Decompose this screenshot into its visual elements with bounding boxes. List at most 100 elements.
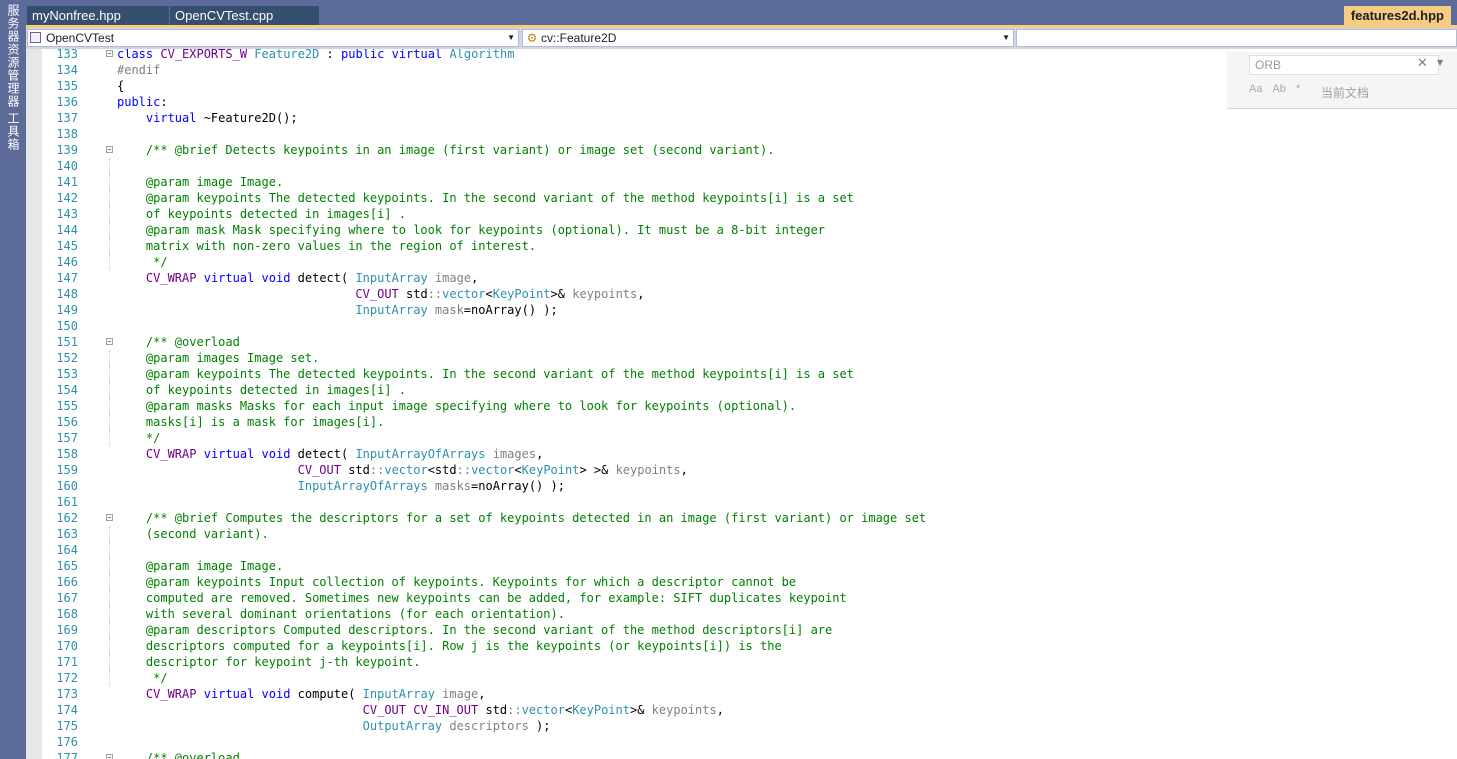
outline-guide bbox=[109, 638, 111, 654]
code-token: < bbox=[514, 463, 522, 477]
code-line[interactable]: 160 InputArrayOfArrays masks=noArray() )… bbox=[42, 478, 1457, 494]
code-line[interactable]: 142 @param keypoints The detected keypoi… bbox=[42, 190, 1457, 206]
code-token: : bbox=[160, 95, 168, 109]
code-line[interactable]: 140 bbox=[42, 158, 1457, 174]
code-token: @param descriptors Computed descriptors.… bbox=[117, 623, 833, 637]
code-line[interactable]: 166 @param keypoints Input collection of… bbox=[42, 574, 1457, 590]
find-scope[interactable]: 当前文档 bbox=[1321, 84, 1369, 101]
code-text: descriptor for keypoint j-th keypoint. bbox=[117, 654, 421, 670]
code-line[interactable]: 150 bbox=[42, 318, 1457, 334]
code-line[interactable]: 137 virtual ~Feature2D(); bbox=[42, 110, 1457, 126]
code-line[interactable]: 154 of keypoints detected in images[i] . bbox=[42, 382, 1457, 398]
code-line[interactable]: 153 @param keypoints The detected keypoi… bbox=[42, 366, 1457, 382]
code-line[interactable]: 162 /** @brief Computes the descriptors … bbox=[42, 510, 1457, 526]
collapse-icon[interactable] bbox=[106, 146, 113, 153]
outline-guide bbox=[109, 542, 111, 558]
code-editor[interactable]: 133 class CV_EXPORTS_W Feature2D : public… bbox=[26, 49, 1457, 759]
outline-guide bbox=[109, 430, 111, 446]
code-line[interactable]: 156 masks[i] is a mask for images[i]. bbox=[42, 414, 1457, 430]
code-line[interactable]: 138 bbox=[42, 126, 1457, 142]
code-token: @param keypoints The detected keypoints.… bbox=[117, 191, 854, 205]
code-line[interactable]: 141 @param image Image. bbox=[42, 174, 1457, 190]
code-line[interactable]: 155 @param masks Masks for each input im… bbox=[42, 398, 1457, 414]
project-dropdown[interactable]: OpenCVTest ▼ bbox=[27, 29, 519, 47]
code-line[interactable]: 174 CV_OUT CV_IN_OUT std::vector<KeyPoin… bbox=[42, 702, 1457, 718]
code-line[interactable]: 176 bbox=[42, 734, 1457, 750]
code-line[interactable]: 173 CV_WRAP virtual void compute( InputA… bbox=[42, 686, 1457, 702]
close-icon[interactable]: ✕ bbox=[1417, 56, 1428, 71]
code-line[interactable]: 157 */ bbox=[42, 430, 1457, 446]
code-token: InputArrayOfArrays bbox=[297, 479, 428, 493]
toolbox-tab[interactable]: 工具箱 bbox=[4, 112, 22, 151]
line-number: 165 bbox=[56, 559, 78, 573]
code-token: masks bbox=[427, 479, 472, 493]
find-input[interactable]: ORB bbox=[1249, 55, 1439, 75]
line-number: 134 bbox=[56, 63, 78, 77]
code-text: */ bbox=[117, 670, 168, 686]
match-case-toggle[interactable]: Aa bbox=[1249, 83, 1262, 95]
code-line[interactable]: 146 */ bbox=[42, 254, 1457, 270]
code-line[interactable]: 164 bbox=[42, 542, 1457, 558]
collapse-icon[interactable] bbox=[106, 754, 113, 759]
code-token: @param images Image set. bbox=[117, 351, 320, 365]
code-token: virtual bbox=[145, 111, 197, 125]
code-line[interactable]: 172 */ bbox=[42, 670, 1457, 686]
code-token: CV_OUT bbox=[355, 287, 399, 301]
code-token: */ bbox=[117, 671, 168, 685]
code-line[interactable]: 144 @param mask Mask specifying where to… bbox=[42, 222, 1457, 238]
code-token: with several dominant orientations (for … bbox=[117, 607, 565, 621]
code-text: */ bbox=[117, 430, 160, 446]
code-token: vector bbox=[384, 463, 428, 477]
code-line[interactable]: 177 /** @overload bbox=[42, 750, 1457, 759]
code-line[interactable]: 175 OutputArray descriptors ); bbox=[42, 718, 1457, 734]
outline-guide bbox=[109, 350, 111, 366]
code-line[interactable]: 168 with several dominant orientations (… bbox=[42, 606, 1457, 622]
outline-guide bbox=[109, 622, 111, 638]
code-line[interactable]: 147 CV_WRAP virtual void detect( InputAr… bbox=[42, 270, 1457, 286]
code-token: , bbox=[716, 703, 724, 717]
code-line[interactable]: 152 @param images Image set. bbox=[42, 350, 1457, 366]
line-number: 147 bbox=[56, 271, 78, 285]
code-line[interactable]: 165 @param image Image. bbox=[42, 558, 1457, 574]
code-lines: 133 class CV_EXPORTS_W Feature2D : public… bbox=[42, 49, 1457, 759]
whole-word-toggle[interactable]: Ab bbox=[1272, 83, 1285, 95]
line-number: 138 bbox=[56, 127, 78, 141]
code-line[interactable]: 149 InputArray mask=noArray() ); bbox=[42, 302, 1457, 318]
tab-mynonfree-hpp[interactable]: myNonfree.hpp bbox=[27, 6, 169, 25]
code-line[interactable]: 159 CV_OUT std::vector<std::vector<KeyPo… bbox=[42, 462, 1457, 478]
server-explorer-tab[interactable]: 服务器资源管理器 bbox=[4, 4, 22, 108]
code-line[interactable]: 170 descriptors computed for a keypoints… bbox=[42, 638, 1457, 654]
collapse-icon[interactable] bbox=[106, 50, 113, 57]
code-token: : bbox=[319, 49, 342, 61]
code-line[interactable]: 167 computed are removed. Sometimes new … bbox=[42, 590, 1457, 606]
member-dropdown[interactable] bbox=[1016, 29, 1457, 47]
line-number: 166 bbox=[56, 575, 78, 589]
code-line[interactable]: 163 (second variant). bbox=[42, 526, 1457, 542]
code-token: virtual void bbox=[203, 271, 291, 285]
code-line[interactable]: 169 @param descriptors Computed descript… bbox=[42, 622, 1457, 638]
regex-toggle[interactable]: * bbox=[1296, 83, 1300, 95]
code-line[interactable]: 158 CV_WRAP virtual void detect( InputAr… bbox=[42, 446, 1457, 462]
code-line[interactable]: 148 CV_OUT std::vector<KeyPoint>& keypoi… bbox=[42, 286, 1457, 302]
code-line[interactable]: 161 bbox=[42, 494, 1457, 510]
collapse-icon[interactable] bbox=[106, 514, 113, 521]
tab-features2d-hpp[interactable]: features2d.hpp bbox=[1343, 6, 1451, 26]
code-line[interactable]: 171 descriptor for keypoint j-th keypoin… bbox=[42, 654, 1457, 670]
line-number: 159 bbox=[56, 463, 78, 477]
code-line[interactable]: 139 /** @brief Detects keypoints in an i… bbox=[42, 142, 1457, 158]
collapse-icon[interactable] bbox=[106, 338, 113, 345]
chevron-down-icon[interactable]: ▼ bbox=[1437, 58, 1443, 67]
code-line[interactable]: 143 of keypoints detected in images[i] . bbox=[42, 206, 1457, 222]
line-number: 142 bbox=[56, 191, 78, 205]
tab-opencvtest-cpp[interactable]: OpenCVTest.cpp bbox=[170, 6, 319, 25]
code-line[interactable]: 151 /** @overload bbox=[42, 334, 1457, 350]
scope-dropdown[interactable]: ⚙ cv::Feature2D ▼ bbox=[522, 29, 1014, 47]
code-line[interactable]: 145 matrix with non-zero values in the r… bbox=[42, 238, 1457, 254]
code-text: descriptors computed for a keypoints[i].… bbox=[117, 638, 782, 654]
code-token: */ bbox=[117, 431, 161, 445]
